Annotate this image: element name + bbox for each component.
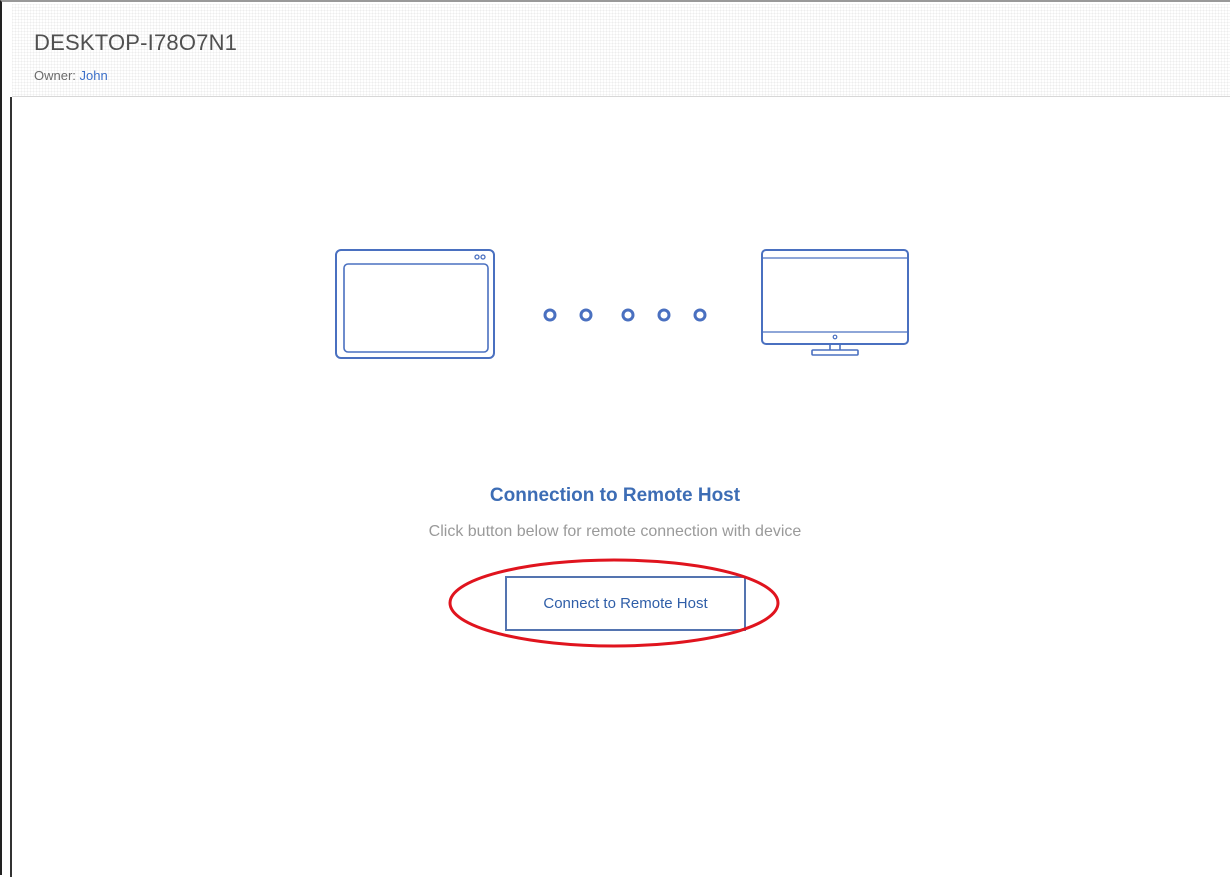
connection-subtitle: Click button below for remote connection…: [428, 523, 802, 540]
connect-remote-host-button[interactable]: Connect to Remote Host: [505, 576, 746, 631]
connection-dot: [621, 308, 635, 322]
connection-dot: [693, 308, 707, 322]
remote-connection-illustration: [335, 249, 909, 359]
device-name: DESKTOP-I78O7N1: [34, 30, 238, 55]
owner-line: Owner: John: [34, 68, 108, 83]
connection-dot: [579, 308, 593, 322]
connection-dots: [543, 308, 707, 322]
owner-label: Owner:: [34, 68, 76, 83]
monitor-icon: [761, 249, 909, 356]
window-frame: DESKTOP-I78O7N1 Owner: John: [0, 0, 1230, 877]
tablet-icon: [335, 249, 495, 359]
connection-dot: [543, 308, 557, 322]
device-header: DESKTOP-I78O7N1 Owner: John: [12, 4, 1230, 97]
connection-dot: [657, 308, 671, 322]
owner-link[interactable]: John: [80, 68, 108, 83]
connection-title: Connection to Remote Host: [489, 485, 741, 506]
